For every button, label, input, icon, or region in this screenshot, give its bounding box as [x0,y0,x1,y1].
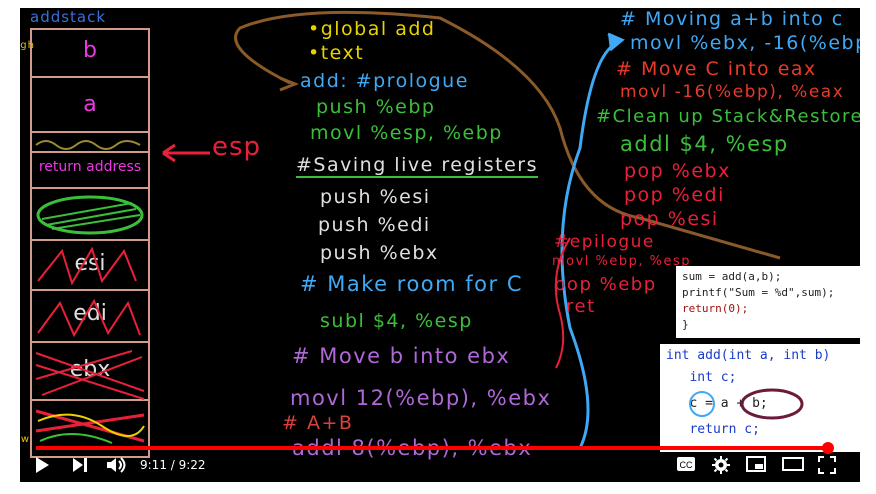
svg-text:CC: CC [680,460,693,470]
miniplayer-icon [746,456,766,472]
captions-button[interactable]: CC [676,456,696,476]
stack-cell-a: a [32,78,148,133]
play-button[interactable] [34,456,50,478]
volume-icon [107,457,126,473]
stack-cell-scribble [32,133,148,153]
code-line: addl $4, %esp [620,132,789,156]
code-line: pop %edi [624,184,725,206]
code-line: pop %esi [620,208,719,230]
code-line: # Move C into eax [616,58,817,80]
settings-button[interactable] [712,456,730,478]
fullscreen-button[interactable] [818,456,836,478]
volume-button[interactable] [106,456,128,478]
code-snippet-main: sum = add(a,b); printf("Sum = %d",sum); … [676,266,860,338]
red-scribble-icon [37,246,137,286]
theater-icon [782,457,804,471]
code-snippet-add: int add(int a, int b) int c; c = a + b; … [660,344,860,452]
progress-bar[interactable] [36,442,844,454]
video-player[interactable]: addstack High low b a return address [20,8,860,482]
scribble-icon [35,140,141,150]
stack-title: addstack [30,8,107,26]
code-line: # Move b into ebx [292,344,511,368]
captions-icon: CC [677,457,695,471]
stack-cell-ebx: ebx [32,343,148,401]
code-line: movl 12(%ebp), %ebx [290,386,552,410]
code-line: #Clean up Stack&Restore [596,106,860,127]
stack-cell-esi: esi [32,241,148,291]
red-scribble-icon [37,298,141,338]
theater-mode-button[interactable] [782,456,804,476]
code-line: # Moving a+b into c [620,8,844,30]
code-line: pop %ebx [624,160,731,182]
fullscreen-icon [818,456,836,474]
code-line: movl %ebx, -16(%ebp) [630,32,860,54]
player-controls: 9:11 / 9:22 CC [20,442,860,482]
video-page: addstack High low b a return address [0,0,876,494]
progress-fill [36,446,828,450]
next-icon [73,458,87,472]
stack-diagram: b a return address esi edi ebx [30,28,150,458]
next-button[interactable] [72,456,88,478]
code-line: # A+B [282,412,354,434]
stack-low-label: low [20,434,31,445]
progress-scrubber[interactable] [821,442,834,454]
code-line: subl $4, %esp [320,310,473,332]
stack-cell-edi: edi [32,291,148,343]
time-display: 9:11 / 9:22 [140,458,206,472]
code-line: movl -16(%ebp), %eax [620,82,845,102]
red-scribble-icon [35,350,145,400]
play-icon [36,457,49,473]
gear-icon [712,456,730,474]
stack-cell-green [32,189,148,241]
green-scribble-icon [36,195,144,235]
stack-cell-b: b [32,30,148,78]
bracket-icon [554,237,571,369]
stack-cell-return-address: return address [32,153,148,189]
miniplayer-button[interactable] [746,456,766,476]
circle-annotation-icon [689,388,804,420]
arrow-left-icon [162,143,210,163]
